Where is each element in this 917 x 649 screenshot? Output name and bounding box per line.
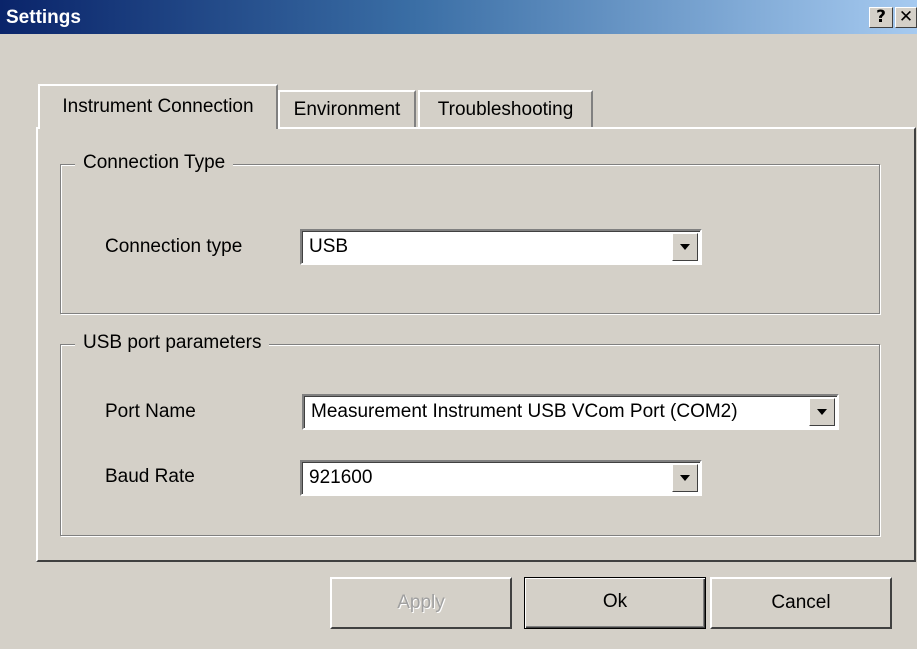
connection-type-value: USB [309,236,349,257]
baud-rate-value: 921600 [309,467,373,488]
cancel-button[interactable]: Cancel [710,577,892,629]
title-bar[interactable]: Settings ? ✕ [0,0,917,34]
tab-label: Instrument Connection [62,96,254,117]
port-name-select[interactable]: Measurement Instrument USB VCom Port (CO… [302,394,839,430]
help-icon[interactable]: ? [869,7,893,28]
group-legend: USB port parameters [75,332,270,354]
baud-rate-label: Baud Rate [105,466,195,487]
connection-type-label: Connection type [105,236,243,257]
chevron-down-icon[interactable] [672,233,698,261]
tab-label: Troubleshooting [437,99,574,120]
ok-button[interactable]: Ok [524,577,706,629]
port-name-label: Port Name [105,401,196,422]
tab-label: Environment [293,99,401,120]
tab-instrument-connection[interactable]: Instrument Connection [38,84,278,129]
baud-rate-select[interactable]: 921600 [300,460,702,496]
port-name-value: Measurement Instrument USB VCom Port (CO… [311,401,738,422]
tab-environment[interactable]: Environment [278,90,416,128]
apply-button[interactable]: Apply [330,577,512,629]
connection-type-select[interactable]: USB [300,229,702,265]
chevron-down-icon[interactable] [809,398,835,426]
group-legend: Connection Type [75,152,234,174]
usb-port-parameters-group: USB port parameters [60,332,880,536]
window-title: Settings [6,7,81,28]
tab-troubleshooting[interactable]: Troubleshooting [418,90,593,128]
close-icon[interactable]: ✕ [895,7,917,28]
chevron-down-icon[interactable] [672,464,698,492]
